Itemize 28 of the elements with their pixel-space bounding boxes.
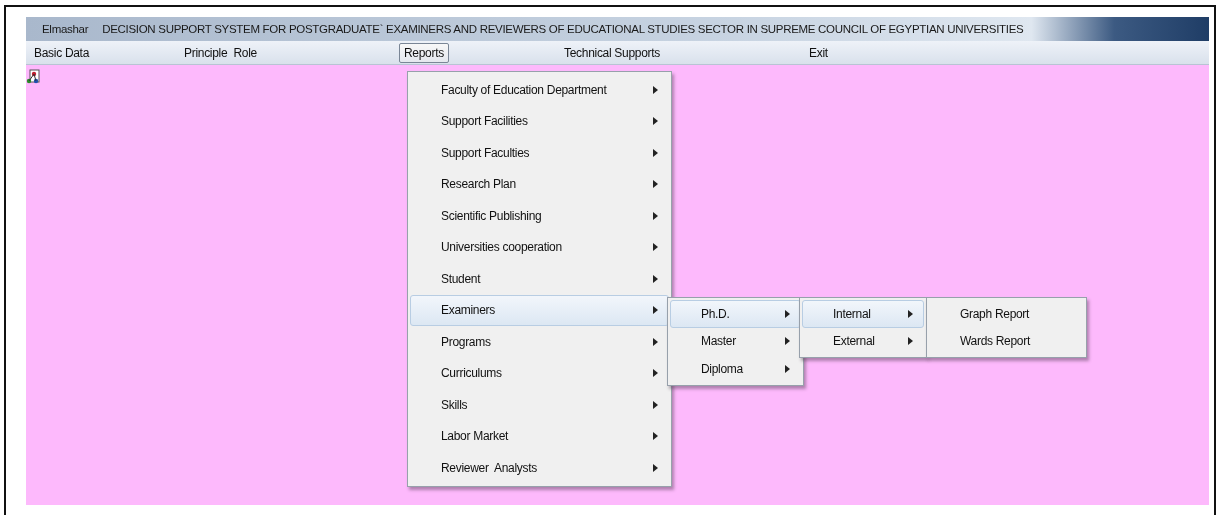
menu-option[interactable]: Scientific Publishing — [410, 200, 669, 232]
menu-option[interactable]: Internal — [802, 300, 924, 328]
menu-option[interactable]: External — [802, 327, 924, 355]
menu-option[interactable]: Labor Market — [410, 420, 669, 452]
menu-option[interactable]: Support Faculties — [410, 137, 669, 169]
menu-item[interactable]: Principle Role — [179, 42, 262, 63]
network-icon[interactable] — [26, 69, 40, 85]
menu-item[interactable]: Exit — [804, 42, 833, 63]
menu-option[interactable]: Student — [410, 263, 669, 295]
menu-option[interactable]: Curriculums — [410, 357, 669, 389]
app-name: Elmashar — [42, 23, 89, 35]
window-title: DECISION SUPPORT SYSTEM FOR POSTGRADUATE` EXAMINERS AND REVIEWERS OF EDUCATIONAL STUDIES SECTOR IN SUPREME COUNCIL OF EGYPTIAN UNIVERSITIES — [102, 23, 1024, 35]
menu-option[interactable]: Graph Report — [929, 300, 1084, 328]
menu-option[interactable]: Skills — [410, 389, 669, 421]
menu-option[interactable]: Examiners — [410, 294, 669, 326]
menu-option[interactable]: Ph.D. — [670, 300, 801, 328]
menu-option[interactable]: Master — [670, 327, 801, 355]
menu-option[interactable]: Wards Report — [929, 327, 1084, 355]
menu-item[interactable]: Reports — [399, 42, 449, 63]
menu-option[interactable]: Research Plan — [410, 168, 669, 200]
menu-option[interactable]: Programs — [410, 326, 669, 358]
menu-option[interactable]: Faculty of Education Department — [410, 74, 669, 106]
menu-item[interactable]: Technical Supports — [559, 42, 665, 63]
menu-option[interactable]: Universities cooperation — [410, 231, 669, 263]
menu-option[interactable]: Reviewer Analysts — [410, 452, 669, 484]
menu-item[interactable]: Basic Data — [29, 42, 95, 63]
menu-option[interactable]: Diploma — [670, 355, 801, 383]
menu-option[interactable]: Support Facilities — [410, 105, 669, 137]
